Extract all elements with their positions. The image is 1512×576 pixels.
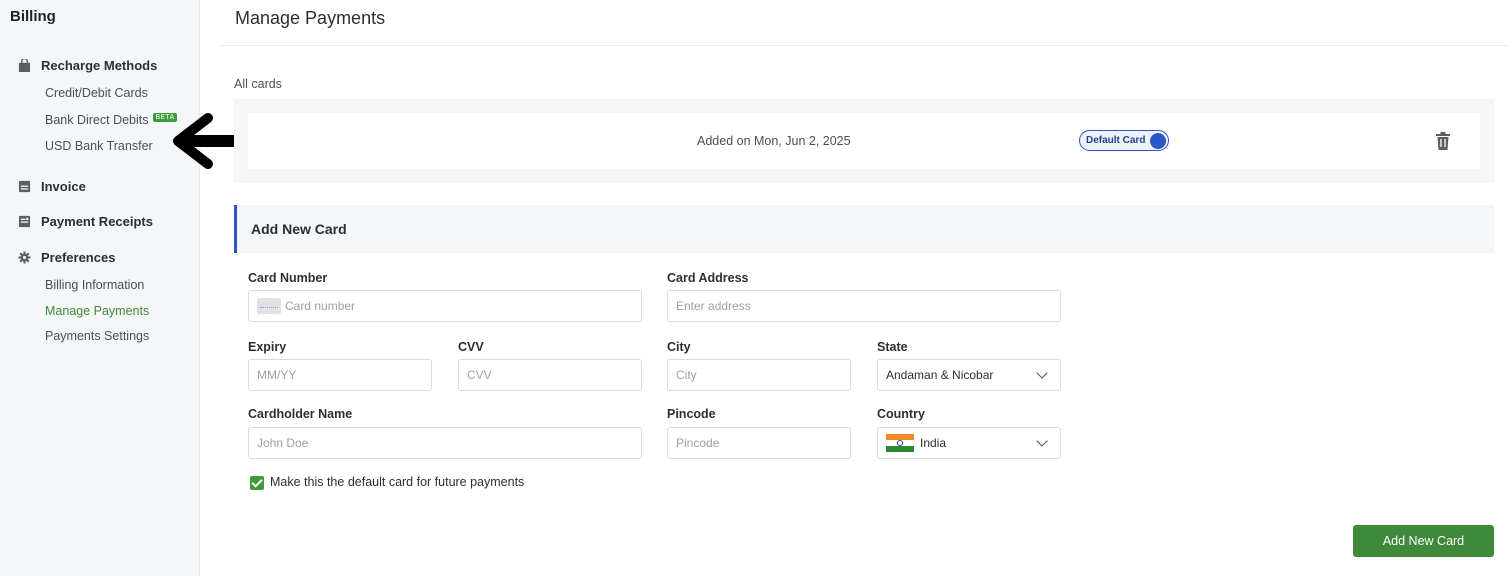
- cvv-input[interactable]: CVV: [458, 359, 642, 391]
- cvv-label: CVV: [458, 340, 484, 354]
- add-new-card-header: Add New Card: [234, 205, 1494, 253]
- sidebar-item-credit-debit-cards[interactable]: Credit/Debit Cards: [45, 86, 148, 100]
- pincode-label: Pincode: [667, 407, 716, 421]
- chevron-down-icon: [1036, 435, 1048, 447]
- expiry-input[interactable]: MM/YY: [248, 359, 432, 391]
- sidebar-item-billing-information[interactable]: Billing Information: [45, 278, 144, 292]
- cvv-placeholder: CVV: [467, 368, 492, 382]
- sidebar-section-label: Invoice: [41, 179, 86, 194]
- city-placeholder: City: [676, 368, 697, 382]
- state-label: State: [877, 340, 908, 354]
- sidebar-item-label: Bank Direct Debits: [45, 113, 149, 127]
- default-card-label: Default Card: [1086, 135, 1146, 146]
- sidebar-item-bank-direct-debits[interactable]: Bank Direct Debits BETA: [45, 113, 178, 127]
- default-card-checkbox[interactable]: [250, 476, 264, 490]
- card-added-date: Added on Mon, Jun 2, 2025: [697, 134, 851, 148]
- country-label: Country: [877, 407, 925, 421]
- country-value: India: [920, 436, 947, 450]
- expiry-label: Expiry: [248, 340, 287, 354]
- sidebar-title: Billing: [10, 8, 56, 25]
- main-content: Manage Payments All cards Added on Mon, …: [220, 0, 1512, 576]
- sidebar-section-recharge-methods[interactable]: Recharge Methods: [18, 58, 157, 73]
- country-selected: India: [886, 434, 946, 452]
- card-number-label: Card Number: [248, 271, 328, 285]
- gear-icon: [18, 251, 31, 264]
- add-new-card-title: Add New Card: [251, 221, 347, 237]
- default-card-checkbox-label: Make this the default card for future pa…: [270, 475, 525, 489]
- trash-icon[interactable]: [1436, 132, 1450, 150]
- add-new-card-panel: Add New Card Card Number Card number Car…: [234, 205, 1494, 515]
- india-flag-icon: [886, 434, 914, 452]
- credit-card-icon: [257, 298, 281, 314]
- sidebar-item-payments-settings[interactable]: Payments Settings: [45, 329, 149, 343]
- chevron-down-icon: [1036, 367, 1048, 379]
- sidebar-section-payment-receipts[interactable]: Payment Receipts: [18, 214, 153, 229]
- toggle-knob: [1150, 132, 1167, 149]
- cardholder-name-placeholder: John Doe: [257, 436, 309, 450]
- invoice-icon: [18, 180, 31, 193]
- sidebar-section-label: Preferences: [41, 250, 116, 265]
- divider: [220, 45, 1508, 46]
- page-title: Manage Payments: [235, 8, 386, 28]
- saved-cards-list: Added on Mon, Jun 2, 2025 Default Card: [234, 99, 1494, 183]
- add-card-form: Card Number Card number Card Address Ent…: [234, 253, 1494, 515]
- sidebar-section-invoice[interactable]: Invoice: [18, 179, 86, 194]
- all-cards-label: All cards: [234, 77, 282, 91]
- city-label: City: [667, 340, 691, 354]
- state-select[interactable]: Andaman & Nicobar: [877, 359, 1061, 391]
- cardholder-name-label: Cardholder Name: [248, 407, 353, 421]
- sidebar-section-label: Recharge Methods: [41, 58, 158, 73]
- sidebar: Billing Recharge Methods Credit/Debit Ca…: [0, 0, 200, 576]
- cardholder-name-input[interactable]: John Doe: [248, 427, 642, 459]
- city-input[interactable]: City: [667, 359, 851, 391]
- card-number-placeholder: Card number: [285, 299, 356, 313]
- bag-lock-icon: [18, 59, 31, 72]
- sidebar-section-preferences[interactable]: Preferences: [18, 250, 115, 265]
- pincode-placeholder: Pincode: [676, 436, 720, 450]
- sidebar-section-label: Payment Receipts: [41, 214, 153, 229]
- country-select[interactable]: India: [877, 427, 1061, 459]
- card-address-label: Card Address: [667, 271, 749, 285]
- add-new-card-button[interactable]: Add New Card: [1353, 525, 1494, 557]
- expiry-placeholder: MM/YY: [257, 368, 297, 382]
- card-address-input[interactable]: Enter address: [667, 290, 1061, 322]
- saved-card-row[interactable]: Added on Mon, Jun 2, 2025 Default Card: [248, 113, 1480, 169]
- pincode-input[interactable]: Pincode: [667, 427, 851, 459]
- sidebar-item-usd-bank-transfer[interactable]: USD Bank Transfer: [45, 139, 153, 153]
- sidebar-item-manage-payments[interactable]: Manage Payments: [45, 304, 149, 318]
- state-value: Andaman & Nicobar: [886, 368, 994, 382]
- receipt-icon: [18, 215, 31, 228]
- default-card-toggle[interactable]: Default Card: [1079, 130, 1170, 151]
- card-address-placeholder: Enter address: [676, 299, 751, 313]
- card-number-input[interactable]: Card number: [248, 290, 642, 322]
